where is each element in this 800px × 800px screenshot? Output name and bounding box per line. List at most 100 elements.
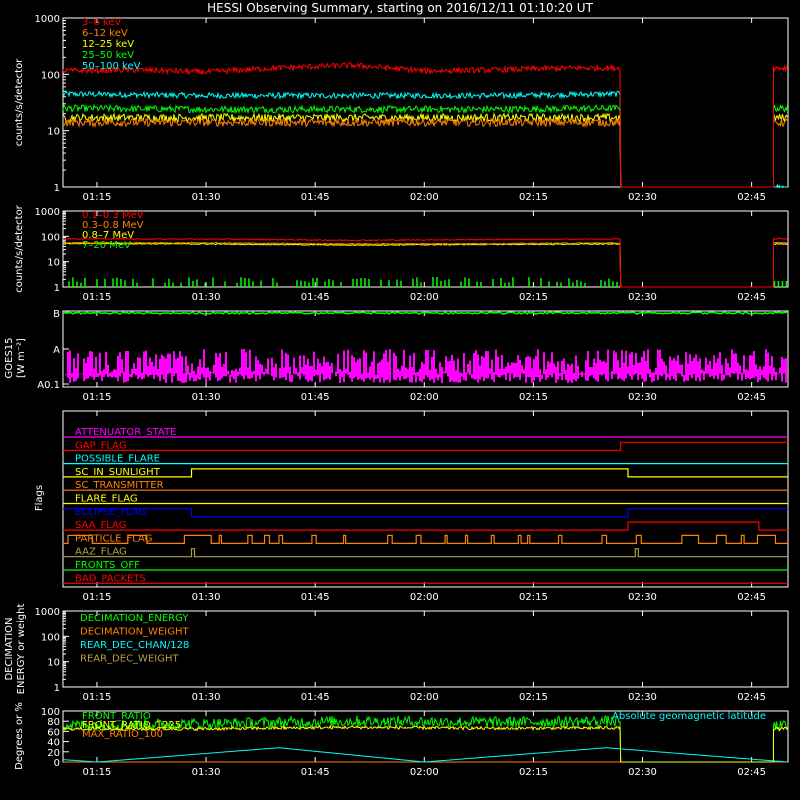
flag-line-6 [63, 508, 788, 518]
x-tick-label: 02:15 [519, 292, 548, 303]
flag-label-4: SC_TRANSMITTER [75, 480, 164, 491]
x-tick-label: 01:45 [301, 292, 330, 303]
x-tick-label: 02:15 [519, 392, 548, 403]
panel1-legend-1: 6–12 keV [82, 28, 128, 39]
decimation-legend-0: DECIMATION_ENERGY [80, 613, 189, 624]
x-tick-label: 01:45 [301, 692, 330, 703]
ratio-legend-2: MAX_RATIO_100 [82, 729, 163, 740]
panel1-legend-4: 50–100 keV [82, 61, 141, 72]
y-tick-label: 1 [54, 683, 60, 694]
decimation-ylabel-2: ENERGY or weight [16, 604, 27, 695]
flag-label-10: FRONTS_OFF [75, 560, 140, 571]
goes-long-line [62, 311, 788, 316]
x-tick-label: 01:45 [301, 767, 330, 778]
y-tick-label: 10 [47, 658, 60, 669]
hessi-summary-figure: HESSI Observing Summary, starting on 201… [0, 0, 800, 800]
x-tick-label: 02:45 [737, 767, 766, 778]
x-tick-label: 02:45 [737, 292, 766, 303]
x-tick-label: 02:30 [628, 592, 657, 603]
flag-label-2: POSSIBLE_FLARE [75, 454, 160, 465]
x-tick-label: 02:45 [737, 692, 766, 703]
flag-label-9: AAZ_FLAG [75, 547, 127, 558]
y-tick-label: 80 [47, 717, 60, 728]
x-tick-label: 01:15 [83, 592, 112, 603]
x-tick-label: 02:15 [519, 592, 548, 603]
ratio-annotation: Absolute geomagnetic latitude [612, 711, 766, 722]
x-tick-label: 01:15 [83, 392, 112, 403]
x-tick-label: 01:45 [301, 392, 330, 403]
panel3-ylabel-unit: [W m⁻²] [16, 338, 27, 378]
x-tick-label: 01:15 [83, 192, 112, 203]
decimation-ylabel-1: DECIMATION [4, 617, 15, 680]
flag-line-9 [63, 548, 788, 558]
y-tick-label: 1000 [35, 607, 60, 618]
x-tick-label: 02:15 [519, 192, 548, 203]
flag-line-3 [63, 468, 788, 478]
x-tick-label: 01:15 [83, 767, 112, 778]
y-tick-label: 100 [41, 232, 60, 243]
flag-line-1 [63, 441, 788, 451]
x-tick-label: 02:30 [628, 392, 657, 403]
flag-label-7: SAA_FLAG [75, 520, 126, 531]
figure-canvas: HESSI Observing Summary, starting on 201… [4, 1, 789, 778]
y-tick-label: A [53, 345, 60, 356]
y-tick-label: 1 [54, 183, 60, 194]
x-tick-label: 02:15 [519, 767, 548, 778]
flag-line-7 [63, 521, 788, 531]
x-tick-label: 02:00 [410, 392, 439, 403]
panel-frame-2 [62, 210, 789, 288]
x-tick-label: 01:45 [301, 192, 330, 203]
y-tick-label: 60 [47, 727, 60, 738]
y-tick-label: 1 [54, 283, 60, 294]
flag-line-8 [63, 534, 788, 544]
x-tick-label: 02:15 [519, 692, 548, 703]
x-tick-label: 01:30 [192, 192, 221, 203]
flags-ylabel: Flags [34, 485, 45, 511]
panel2-series-0 [62, 237, 788, 288]
ratio-series-latitude [62, 747, 788, 763]
panel1-legend-0: 3–6 keV [82, 17, 121, 28]
flag-label-0: ATTENUATOR_STATE [75, 427, 176, 438]
panel1-series-4 [62, 90, 788, 188]
x-tick-label: 02:00 [410, 767, 439, 778]
y-tick-label: 40 [47, 738, 60, 749]
x-tick-label: 02:00 [410, 692, 439, 703]
flag-label-11: BAD_PACKETS [75, 573, 146, 584]
x-tick-label: 02:30 [628, 292, 657, 303]
y-tick-label: B [53, 309, 60, 320]
y-tick-label: 100 [41, 632, 60, 643]
y-tick-label: 100 [41, 707, 60, 718]
y-tick-label: 1000 [35, 207, 60, 218]
decimation-legend-3: REAR_DEC_WEIGHT [80, 654, 179, 665]
x-tick-label: 01:30 [192, 392, 221, 403]
x-tick-label: 02:00 [410, 192, 439, 203]
panel1-legend-3: 25–50 keV [82, 50, 134, 61]
panel2-series-3 [68, 277, 788, 287]
panel1-series-1 [62, 116, 788, 188]
x-tick-label: 02:30 [628, 192, 657, 203]
y-tick-label: 1000 [35, 14, 60, 25]
panel2-ylabel: counts/s/detector [14, 204, 25, 292]
x-tick-label: 01:30 [192, 692, 221, 703]
panel-frame-1 [62, 17, 789, 188]
decimation-legend-2: REAR_DEC_CHAN/128 [80, 640, 189, 651]
x-tick-label: 02:45 [737, 192, 766, 203]
x-tick-label: 01:15 [83, 292, 112, 303]
panel2-series-2 [62, 242, 788, 288]
x-tick-label: 02:30 [628, 767, 657, 778]
panel1-legend-2: 12–25 keV [82, 39, 134, 50]
x-tick-label: 02:45 [737, 392, 766, 403]
x-tick-label: 02:45 [737, 592, 766, 603]
flag-label-8: PARTICLE_FLAG [75, 533, 152, 544]
x-tick-label: 02:00 [410, 592, 439, 603]
x-tick-label: 02:00 [410, 292, 439, 303]
x-tick-label: 01:30 [192, 592, 221, 603]
flag-label-6: ECLIPSE_FLAG [75, 507, 146, 518]
panel2-series-1 [62, 241, 788, 288]
ratio-ylabel: Degrees or % [14, 702, 25, 770]
x-tick-label: 02:30 [628, 692, 657, 703]
x-tick-label: 01:30 [192, 767, 221, 778]
figure-title: HESSI Observing Summary, starting on 201… [207, 1, 593, 15]
flag-label-5: FLARE_FLAG [75, 494, 138, 505]
panel1-ylabel: counts/s/detector [14, 58, 25, 146]
